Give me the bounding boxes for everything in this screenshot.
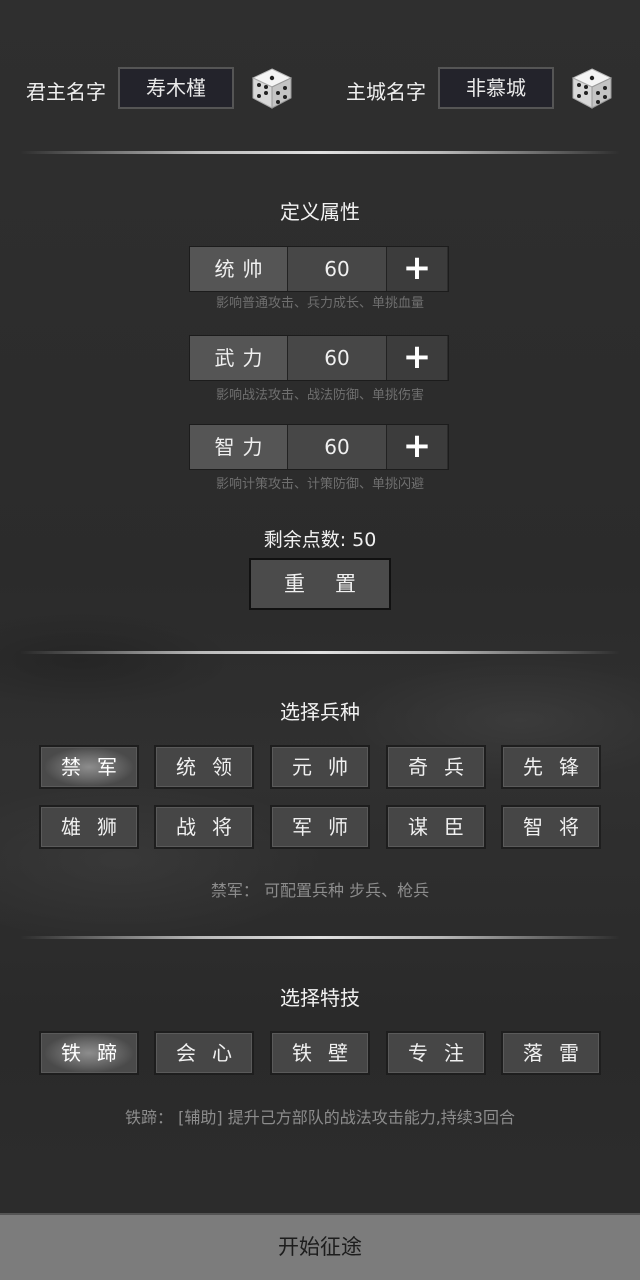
attribute-description: 影响普通攻击、兵力成长、单挑血量: [215, 296, 424, 311]
skill-description: 铁蹄： [辅助] 提升己方部队的战法攻击能力,持续3回合: [125, 1108, 515, 1127]
attributes-title: 定义属性: [280, 200, 360, 224]
dice-icon[interactable]: [250, 66, 294, 110]
attribute-name: 统帅: [190, 247, 288, 291]
section-divider: [20, 151, 620, 154]
troop-option[interactable]: 军师: [270, 805, 370, 849]
troop-option[interactable]: 智将: [501, 805, 601, 849]
plus-button[interactable]: +: [387, 336, 447, 380]
troop-option[interactable]: 雄狮: [39, 805, 139, 849]
remaining-points: 剩余点数: 50: [263, 529, 377, 551]
section-divider: [20, 936, 620, 939]
troops-title: 选择兵种: [280, 700, 360, 724]
attribute-description: 影响计策攻击、计策防御、单挑闪避: [215, 477, 424, 492]
attribute-value: 60: [288, 425, 387, 469]
troop-option[interactable]: 先锋: [501, 745, 601, 789]
start-journey-button[interactable]: 开始征途: [0, 1213, 640, 1280]
lord-name-label: 君主名字: [26, 80, 106, 104]
troop-option[interactable]: 统领: [154, 745, 254, 789]
section-divider: [20, 651, 620, 654]
troop-option[interactable]: 谋臣: [386, 805, 486, 849]
troop-option[interactable]: 战将: [154, 805, 254, 849]
skill-option[interactable]: 专注: [386, 1031, 486, 1075]
attribute-row-intelligence: 智力 60 +: [189, 424, 449, 470]
skills-title: 选择特技: [280, 986, 360, 1010]
dice-icon[interactable]: [570, 66, 614, 110]
attribute-name: 智力: [190, 425, 288, 469]
skill-option[interactable]: 铁蹄: [39, 1031, 139, 1075]
attribute-value: 60: [288, 336, 387, 380]
reset-button[interactable]: 重置: [249, 558, 391, 610]
troop-option[interactable]: 奇兵: [386, 745, 486, 789]
background-mist: [0, 600, 640, 980]
skill-option[interactable]: 落雷: [501, 1031, 601, 1075]
attribute-row-command: 统帅 60 +: [189, 246, 449, 292]
skill-option[interactable]: 铁壁: [270, 1031, 370, 1075]
troop-option[interactable]: 禁军: [39, 745, 139, 789]
attribute-description: 影响战法攻击、战法防御、单挑伤害: [215, 388, 424, 403]
city-name-label: 主城名字: [346, 80, 426, 104]
attribute-value: 60: [288, 247, 387, 291]
plus-button[interactable]: +: [387, 425, 447, 469]
attribute-row-force: 武力 60 +: [189, 335, 449, 381]
attribute-name: 武力: [190, 336, 288, 380]
troop-description: 禁军： 可配置兵种 步兵、枪兵: [210, 881, 430, 900]
lord-name-field[interactable]: 寿木槿: [118, 67, 234, 109]
city-name-field[interactable]: 非慕城: [438, 67, 554, 109]
skill-option[interactable]: 会心: [154, 1031, 254, 1075]
troop-option[interactable]: 元帅: [270, 745, 370, 789]
plus-button[interactable]: +: [387, 247, 447, 291]
